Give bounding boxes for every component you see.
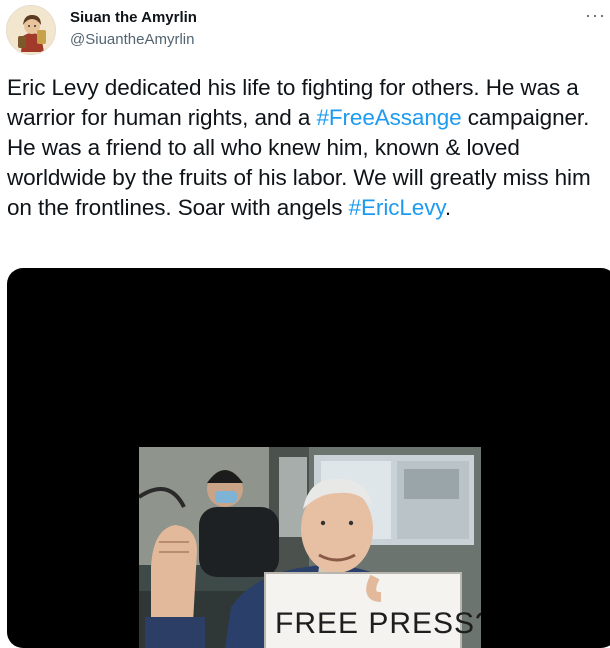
tweet-media[interactable]: FREE PRESS? [7,268,610,648]
hashtag-link[interactable]: #FreeAssange [316,105,461,130]
sign-text: FREE PRESS? [275,607,481,640]
display-name[interactable]: Siuan the Amyrlin [70,9,197,26]
cartoon-avatar-icon [7,6,55,54]
hashtag-link[interactable]: #EricLevy [349,195,445,220]
video-thumbnail[interactable]: FREE PRESS? [139,447,481,648]
user-handle[interactable]: @SiuantheAmyrlin [70,31,194,48]
tweet-text: Eric Levy dedicated his life to fighting… [7,73,607,223]
video-still-image: FREE PRESS? [139,447,481,648]
tweet-text-part: . [444,195,451,220]
tweet-header: Siuan the Amyrlin @SiuantheAmyrlin ··· [0,0,610,70]
more-options-icon[interactable]: ··· [585,6,606,24]
avatar[interactable] [6,5,56,55]
